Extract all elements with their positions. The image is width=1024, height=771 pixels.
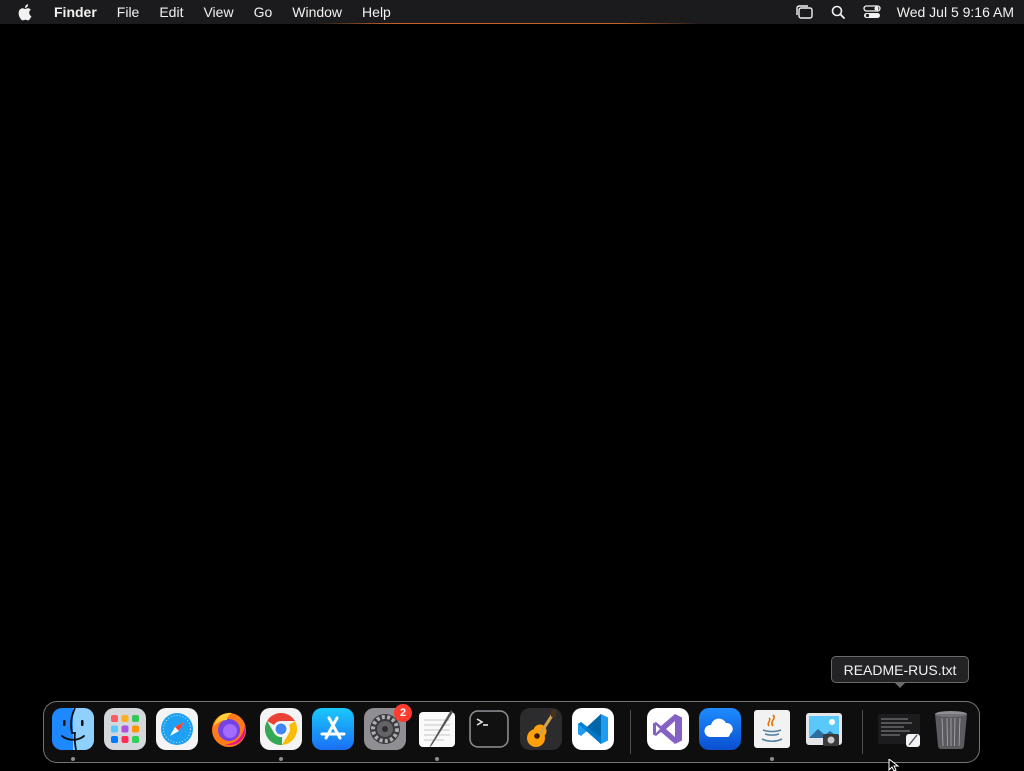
spotlight-search-icon[interactable]: [821, 0, 855, 24]
dock-safari-icon[interactable]: [156, 708, 198, 750]
dock-system-preferences-icon[interactable]: 2: [364, 704, 412, 750]
java-running-dot: [770, 757, 774, 761]
dock-preview-icon[interactable]: [803, 708, 845, 750]
dock-java-icon[interactable]: [751, 708, 793, 750]
dock-launchpad-icon[interactable]: [104, 708, 146, 750]
dock-tooltip-text: README-RUS.txt: [843, 661, 957, 678]
dock: 2: [43, 701, 980, 763]
menu-view[interactable]: View: [193, 0, 243, 24]
dock-separator: [630, 710, 631, 754]
menu-go[interactable]: Go: [244, 0, 283, 24]
mouse-cursor-icon: [888, 759, 900, 771]
status-area: Wed Jul 5 9:16 AM: [787, 0, 1014, 24]
stage-manager-icon[interactable]: [787, 0, 821, 24]
dock-separator-2: [862, 710, 863, 754]
system-preferences-badge: 2: [394, 704, 412, 722]
menu-bar-glow: [315, 23, 700, 24]
menu-file[interactable]: File: [107, 0, 150, 24]
menu-bar: Finder File Edit View Go Window Help Wed…: [0, 0, 1024, 24]
dock-textedit-icon[interactable]: [416, 708, 458, 750]
dock-tooltip-arrow: [894, 682, 906, 688]
dock-terminal-icon[interactable]: [468, 708, 510, 750]
dock-weather-icon[interactable]: [699, 708, 741, 750]
dock-finder-icon[interactable]: [52, 707, 94, 751]
dock-app-store-icon[interactable]: [312, 708, 354, 750]
menu-edit[interactable]: Edit: [149, 0, 193, 24]
dock-visual-studio-icon[interactable]: [647, 708, 689, 750]
dock-tooltip: README-RUS.txt: [831, 656, 969, 683]
dock-garageband-icon[interactable]: [520, 708, 562, 750]
menu-bar-clock[interactable]: Wed Jul 5 9:16 AM: [889, 4, 1014, 20]
dock-trash-icon[interactable]: [930, 708, 972, 750]
dock-vscode-icon[interactable]: [572, 708, 614, 750]
chrome-running-dot: [279, 757, 283, 761]
menu-list: Finder File Edit View Go Window Help: [18, 0, 401, 24]
dock-chrome-icon[interactable]: [260, 708, 302, 750]
apple-logo-icon[interactable]: [18, 3, 34, 21]
dock-readme-file-icon[interactable]: [878, 708, 920, 750]
menu-finder[interactable]: Finder: [44, 0, 107, 24]
menu-help[interactable]: Help: [352, 0, 401, 24]
finder-running-dot: [71, 757, 75, 761]
menu-window[interactable]: Window: [282, 0, 352, 24]
control-center-icon[interactable]: [855, 0, 889, 24]
dock-firefox-icon[interactable]: [208, 708, 250, 750]
textedit-running-dot: [435, 757, 439, 761]
